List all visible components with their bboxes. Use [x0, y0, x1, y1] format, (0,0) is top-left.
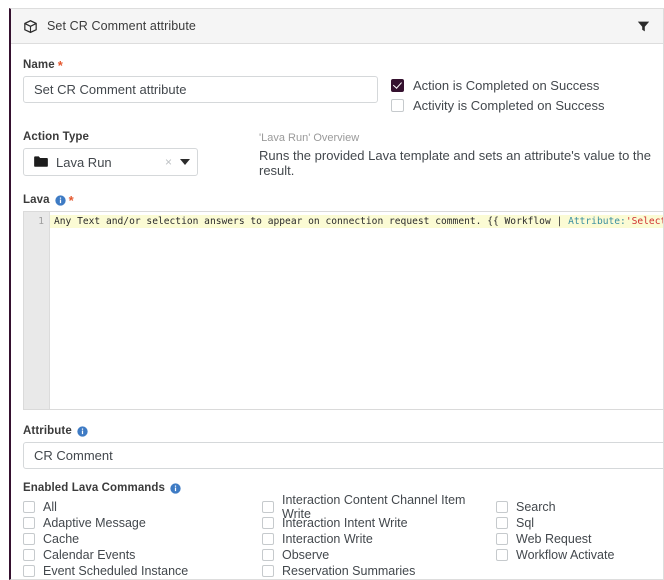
command-checkbox-reservation-summaries[interactable]: Reservation Summaries — [262, 563, 496, 579]
folder-icon — [34, 156, 48, 167]
command-checkbox-search[interactable]: Search — [496, 499, 663, 515]
editor-code-area[interactable]: Any Text and/or selection answers to app… — [50, 212, 663, 409]
filter-icon[interactable] — [637, 20, 650, 33]
command-checkbox-workflow-activate[interactable]: Workflow Activate — [496, 547, 663, 563]
command-checkbox-web-request-box[interactable] — [496, 533, 508, 545]
command-checkbox-sql-label: Sql — [516, 516, 535, 530]
checkbox-action-completed-box[interactable] — [391, 79, 404, 92]
command-checkbox-observe-label: Observe — [282, 548, 330, 562]
command-checkbox-cache-label: Cache — [43, 532, 80, 546]
name-and-options-row: Name * Set CR Comment attribute Action i… — [23, 59, 663, 113]
action-type-group: Action Type Lava Run × — [23, 131, 198, 176]
command-checkbox-all-box[interactable] — [23, 501, 35, 513]
info-icon[interactable] — [77, 425, 88, 437]
name-label-text: Name — [23, 59, 55, 71]
command-checkbox-interaction-content-channel-item-write[interactable]: Interaction Content Channel Item Write — [262, 493, 496, 521]
command-checkbox-observe[interactable]: Observe — [262, 547, 496, 563]
attribute-label: Attribute — [23, 425, 663, 437]
command-checkbox-sql-box[interactable] — [496, 517, 508, 529]
command-checkbox-sql[interactable]: Sql — [496, 515, 663, 531]
command-checkbox-interaction-write[interactable]: Interaction Write — [262, 531, 496, 547]
code-plain-start: Any Text and/or selection answers to app… — [54, 216, 569, 227]
command-checkbox-interaction-intent-write-box[interactable] — [262, 517, 274, 529]
code-string-token: 'Selection1Comment' — [625, 216, 663, 227]
attribute-label-text: Attribute — [23, 425, 72, 437]
overview-block: 'Lava Run' Overview Runs the provided La… — [259, 131, 663, 178]
command-checkbox-all-label: All — [43, 500, 57, 514]
command-checkbox-search-box[interactable] — [496, 501, 508, 513]
command-checkbox-workflow-activate-label: Workflow Activate — [516, 548, 615, 562]
action-type-label: Action Type — [23, 131, 198, 143]
command-checkbox-event-scheduled-instance[interactable]: Event Scheduled Instance — [23, 563, 262, 579]
command-checkbox-interaction-content-channel-item-write-box[interactable] — [262, 501, 274, 513]
enabled-lava-commands-label-text: Enabled Lava Commands — [23, 482, 166, 494]
checkbox-action-completed[interactable]: Action is Completed on Success — [391, 78, 604, 93]
command-checkbox-interaction-write-label: Interaction Write — [282, 532, 373, 546]
attribute-input[interactable]: CR Comment — [23, 442, 663, 469]
code-line-1: Any Text and/or selection answers to app… — [50, 215, 663, 228]
command-checkbox-reservation-summaries-label: Reservation Summaries — [282, 564, 416, 578]
action-type-select[interactable]: Lava Run × — [23, 148, 198, 176]
line-number: 1 — [38, 216, 44, 227]
command-checkbox-calendar-events-box[interactable] — [23, 549, 35, 561]
attribute-field-group: Attribute CR Comment — [23, 425, 663, 469]
command-column-3: Search Sql Web Request Workflow Activate — [496, 499, 663, 579]
action-type-value: Lava Run — [56, 154, 112, 170]
command-checkbox-all[interactable]: All — [23, 499, 262, 515]
command-checkbox-calendar-events[interactable]: Calendar Events — [23, 547, 262, 563]
panel-header: Set CR Comment attribute — [11, 9, 663, 44]
overview-description: Runs the provided Lava template and sets… — [259, 148, 652, 178]
required-asterisk-lava: * — [68, 193, 74, 208]
required-asterisk: * — [57, 58, 63, 73]
lava-label: Lava * — [23, 193, 663, 208]
command-checkbox-cache-box[interactable] — [23, 533, 35, 545]
command-checkbox-web-request[interactable]: Web Request — [496, 531, 663, 547]
command-checkbox-observe-box[interactable] — [262, 549, 274, 561]
enabled-lava-commands-group: Enabled Lava Commands All Adaptive Messa… — [23, 482, 663, 579]
name-input-value: Set CR Comment attribute — [34, 82, 187, 97]
info-icon[interactable] — [170, 482, 181, 494]
command-checkbox-calendar-events-label: Calendar Events — [43, 548, 136, 562]
action-type-label-text: Action Type — [23, 131, 90, 143]
checkbox-activity-completed-label: Activity is Completed on Success — [413, 98, 605, 113]
panel-title: Set CR Comment attribute — [47, 19, 196, 33]
command-checkbox-event-scheduled-instance-box[interactable] — [23, 565, 35, 577]
command-checkbox-interaction-intent-write-label: Interaction Intent Write — [282, 516, 408, 530]
checkbox-activity-completed-box[interactable] — [391, 99, 404, 112]
success-checkbox-group: Action is Completed on Success Activity … — [391, 59, 604, 113]
command-checkbox-web-request-label: Web Request — [516, 532, 592, 546]
checkbox-activity-completed[interactable]: Activity is Completed on Success — [391, 98, 604, 113]
name-field-group: Name * Set CR Comment attribute — [23, 59, 378, 103]
command-checkbox-adaptive-message-box[interactable] — [23, 517, 35, 529]
cube-icon — [24, 19, 37, 33]
panel-body: Name * Set CR Comment attribute Action i… — [11, 44, 663, 579]
action-panel: Set CR Comment attribute Name * Set CR C… — [9, 8, 664, 580]
lava-code-editor[interactable]: 1 Any Text and/or selection answers to a… — [23, 211, 663, 410]
command-checkbox-search-label: Search — [516, 500, 556, 514]
lava-editor-group: Lava * 1 Any Text and/or selection answe… — [23, 194, 663, 410]
command-checkbox-interaction-write-box[interactable] — [262, 533, 274, 545]
command-checkbox-cache[interactable]: Cache — [23, 531, 262, 547]
command-checkbox-event-scheduled-instance-label: Event Scheduled Instance — [43, 564, 189, 578]
attribute-input-value: CR Comment — [34, 448, 113, 463]
code-attribute-token: Attribute: — [568, 216, 626, 227]
command-column-2: Interaction Content Channel Item Write I… — [262, 493, 496, 579]
clear-icon[interactable]: × — [165, 156, 172, 168]
lava-label-text: Lava — [23, 194, 50, 206]
command-checkbox-adaptive-message[interactable]: Adaptive Message — [23, 515, 262, 531]
command-checkbox-adaptive-message-label: Adaptive Message — [43, 516, 146, 530]
editor-gutter: 1 — [24, 212, 50, 409]
command-checkbox-workflow-activate-box[interactable] — [496, 549, 508, 561]
name-input[interactable]: Set CR Comment attribute — [23, 76, 378, 103]
command-checkbox-reservation-summaries-box[interactable] — [262, 565, 274, 577]
command-columns: All Adaptive Message Cache Calendar Even… — [23, 493, 663, 579]
name-label: Name * — [23, 58, 378, 73]
info-icon[interactable] — [54, 194, 66, 206]
action-type-row: Action Type Lava Run × 'Lava Run' Overvi… — [23, 131, 663, 178]
chevron-down-icon[interactable] — [180, 159, 190, 165]
command-column-1: All Adaptive Message Cache Calendar Even… — [23, 499, 262, 579]
checkbox-action-completed-label: Action is Completed on Success — [413, 78, 600, 93]
overview-title: 'Lava Run' Overview — [259, 132, 360, 144]
